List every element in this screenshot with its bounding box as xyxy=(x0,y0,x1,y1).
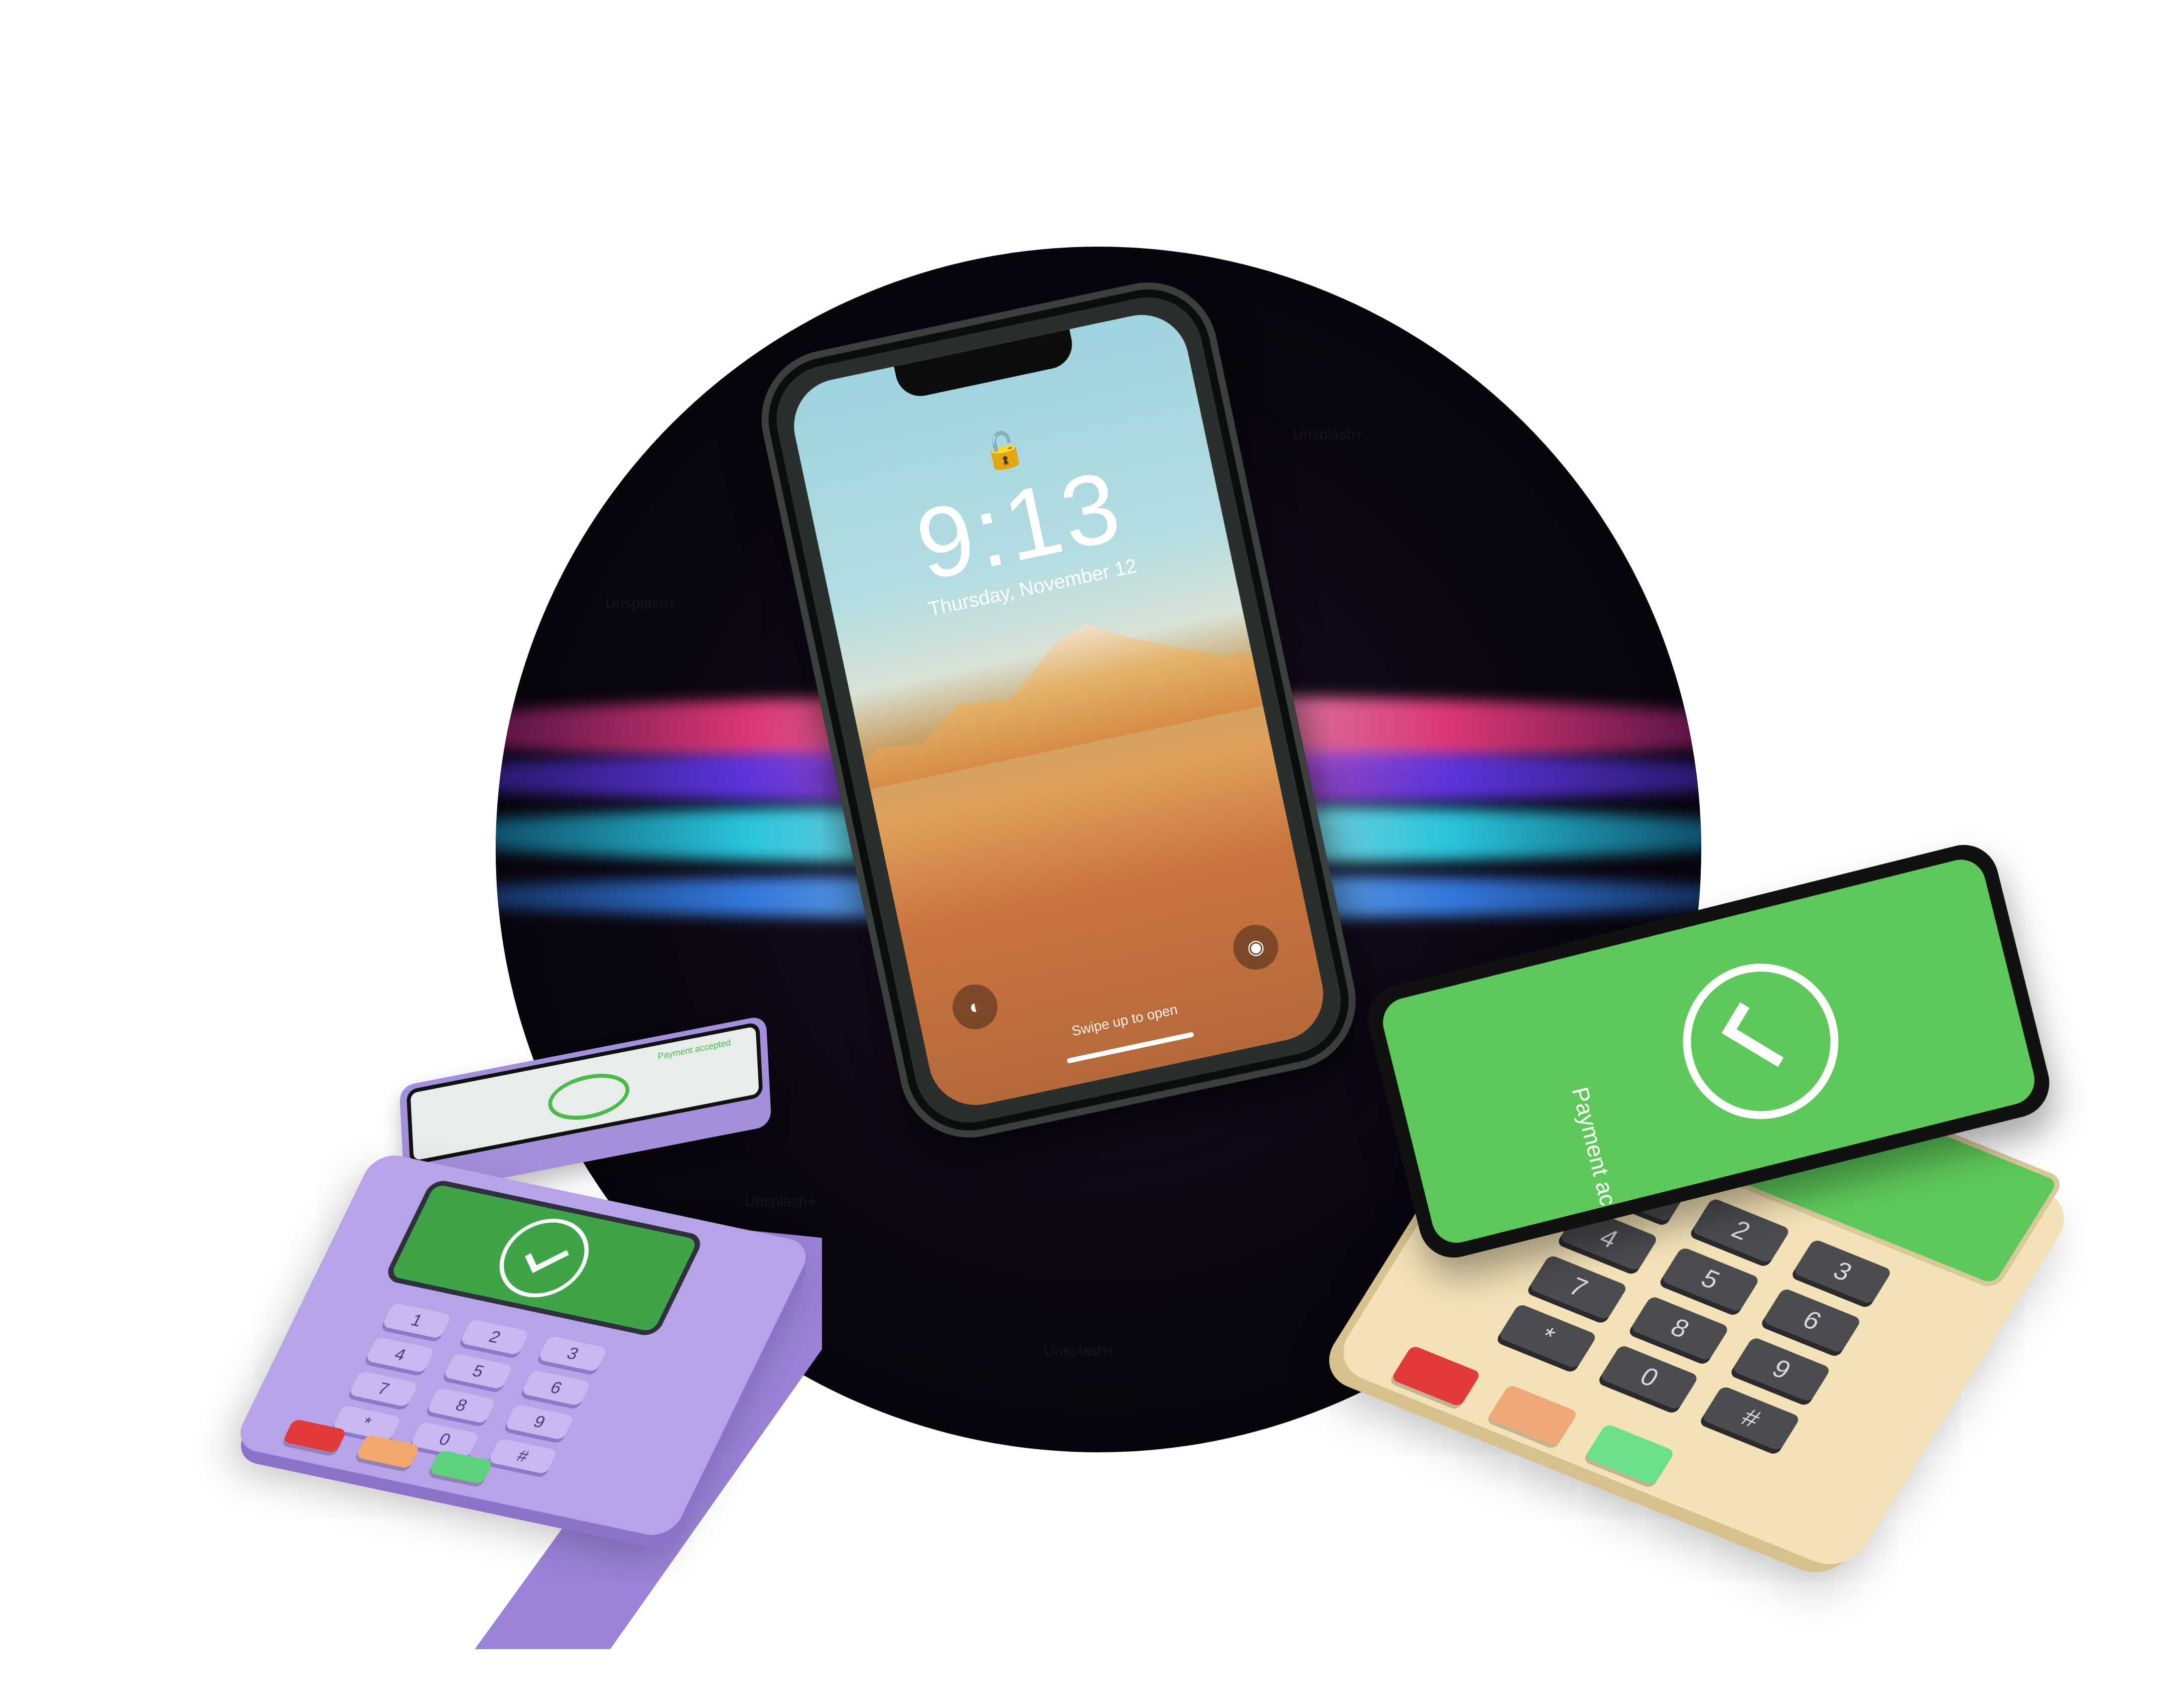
key-8[interactable]: 8 xyxy=(426,1387,497,1424)
key-7[interactable]: 7 xyxy=(348,1371,419,1407)
cancel-key[interactable] xyxy=(1390,1345,1482,1407)
key-6[interactable]: 6 xyxy=(521,1370,591,1406)
key-star[interactable]: * xyxy=(1498,1303,1598,1370)
watermark: Unsplash+ xyxy=(1293,426,1364,442)
clear-key[interactable] xyxy=(1488,1384,1579,1447)
key-4[interactable]: 4 xyxy=(365,1336,435,1373)
key-9[interactable]: 9 xyxy=(504,1404,575,1440)
check-circle-icon xyxy=(547,1067,631,1126)
key-6[interactable]: 6 xyxy=(1762,1287,1862,1354)
key-1[interactable]: 1 xyxy=(382,1302,452,1339)
watermark: Unsplash+ xyxy=(745,1193,816,1210)
key-7[interactable]: 7 xyxy=(1528,1254,1629,1321)
key-2[interactable]: 2 xyxy=(459,1319,530,1356)
key-3[interactable]: 3 xyxy=(538,1335,608,1372)
key-3[interactable]: 3 xyxy=(1792,1239,1893,1305)
key-hash[interactable]: # xyxy=(487,1438,558,1475)
key-hash[interactable]: # xyxy=(1701,1385,1801,1452)
watermark: Unsplash+ xyxy=(1044,1343,1115,1359)
key-0[interactable]: 0 xyxy=(1599,1344,1699,1410)
key-8[interactable]: 8 xyxy=(1630,1295,1730,1362)
key-5[interactable]: 5 xyxy=(443,1353,514,1390)
camera-icon[interactable]: ◉ xyxy=(1229,920,1283,974)
key-2[interactable]: 2 xyxy=(1691,1197,1791,1264)
card-text: Payment accepted xyxy=(657,1037,731,1062)
key-5[interactable]: 5 xyxy=(1660,1246,1761,1313)
key-9[interactable]: 9 xyxy=(1731,1336,1832,1403)
watermark: Unsplash+ xyxy=(605,595,677,612)
phone-notch xyxy=(894,329,1077,401)
enter-key[interactable] xyxy=(1584,1423,1675,1486)
flashlight-icon[interactable]: ◐ xyxy=(948,980,1002,1034)
